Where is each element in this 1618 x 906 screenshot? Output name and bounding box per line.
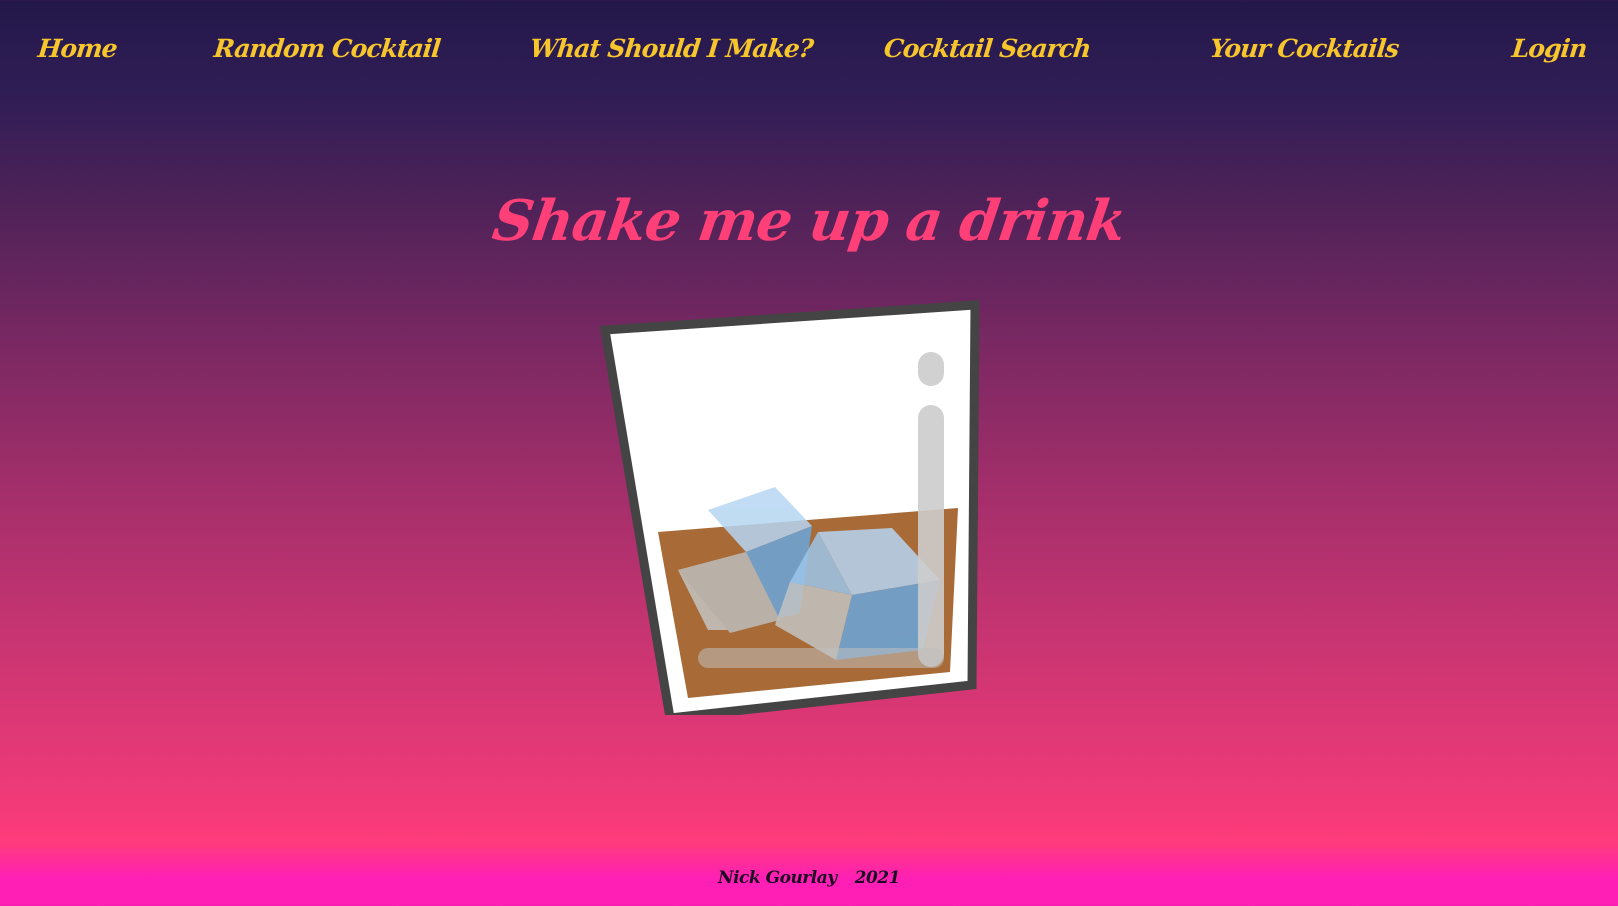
footer-author: Nick Gourlay (718, 868, 837, 888)
whiskey-glass-icon (599, 300, 985, 723)
footer-year: 2021 (854, 868, 901, 888)
nav-login-link[interactable]: Login (1510, 34, 1587, 63)
nav-your-cocktails-link[interactable]: Your Cocktails (1208, 34, 1399, 63)
page-title: Shake me up a drink (488, 188, 1130, 254)
nav-cocktail-search-link[interactable]: Cocktail Search (882, 34, 1091, 63)
nav-what-should-i-make-link[interactable]: What Should I Make? (528, 34, 814, 63)
main-nav: Home Random Cocktail What Should I Make?… (0, 28, 1618, 72)
footer: Nick Gourlay 2021 (0, 868, 1618, 888)
nav-home-link[interactable]: Home (36, 34, 118, 63)
nav-random-cocktail-link[interactable]: Random Cocktail (212, 34, 441, 63)
